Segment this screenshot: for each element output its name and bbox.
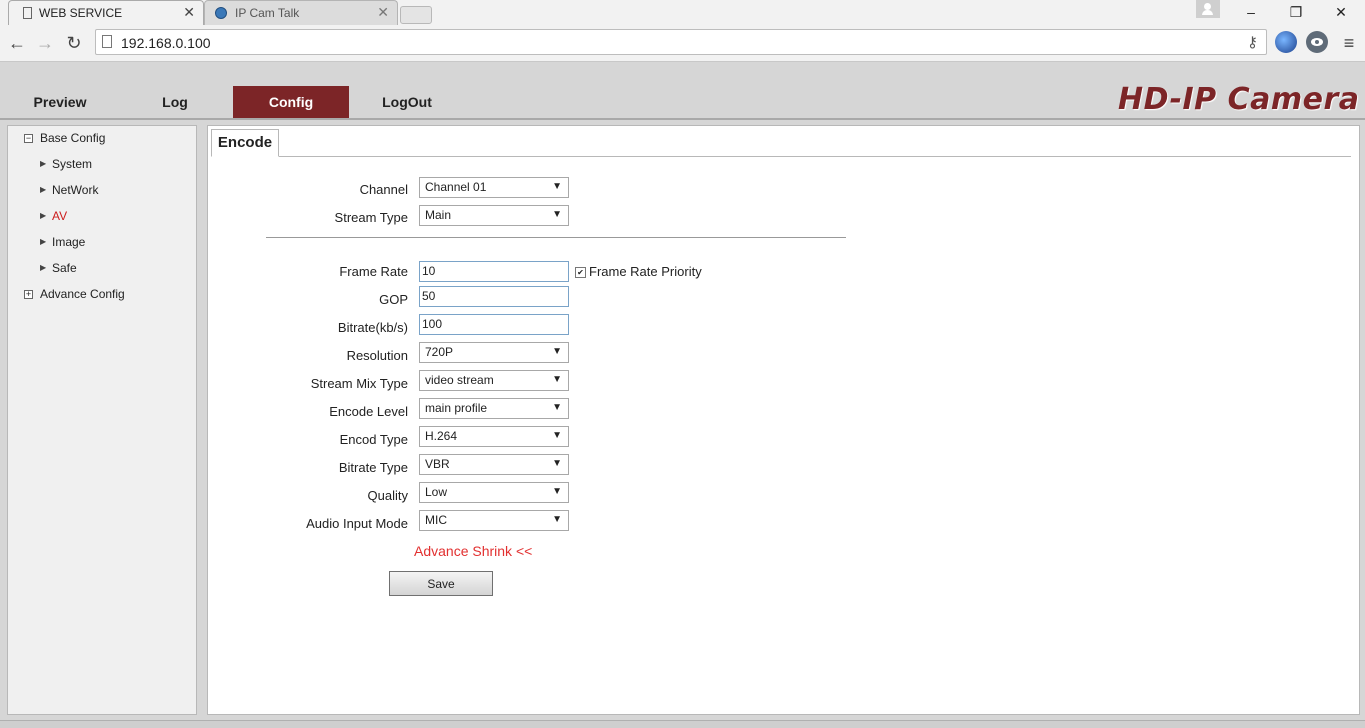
bitrate-input[interactable]: 100 — [419, 314, 569, 335]
frame-rate-label: Frame Rate — [339, 264, 408, 279]
frame-rate-priority-label: Frame Rate Priority — [589, 264, 702, 279]
resolution-value: 720P — [425, 345, 454, 359]
bitrate-type-label: Bitrate Type — [338, 460, 408, 475]
dropdown-arrow-icon: ▼ — [552, 374, 562, 385]
stream-type-label: Stream Type — [334, 210, 408, 225]
browser-tab-web-service[interactable]: WEB SERVICE ✕ — [8, 0, 204, 25]
gop-label: GOP — [379, 292, 408, 307]
advance-shrink-link[interactable]: Advance Shrink << — [414, 543, 532, 559]
dropdown-arrow-icon: ▼ — [552, 181, 562, 192]
encod-type-value: H.264 — [425, 429, 458, 443]
tab-encode[interactable]: Encode — [211, 129, 279, 157]
page-icon — [23, 7, 32, 19]
expand-arrow-icon: ▶ — [40, 237, 47, 246]
address-url[interactable]: 192.168.0.100 — [121, 35, 211, 51]
dropdown-arrow-icon: ▼ — [552, 486, 562, 497]
expand-arrow-icon: ▶ — [40, 211, 47, 220]
key-icon[interactable]: ⚷ — [1247, 33, 1258, 51]
brand-logo: HD-IP Camera — [1118, 82, 1360, 117]
expand-arrow-icon: ▶ — [40, 185, 47, 194]
sidebar-advance-config[interactable]: Advance Config — [40, 287, 125, 301]
channel-select[interactable]: Channel 01 ▼ — [419, 177, 569, 198]
browser-toolbar: ← → ↻ 192.168.0.100 ⚷ ≡ — [0, 25, 1365, 62]
stream-type-select[interactable]: Main ▼ — [419, 205, 569, 226]
encode-level-select[interactable]: main profile ▼ — [419, 398, 569, 419]
user-profile-icon[interactable] — [1196, 0, 1220, 18]
address-bar[interactable]: 192.168.0.100 ⚷ — [95, 29, 1267, 55]
collapse-minus-icon[interactable]: − — [24, 134, 33, 143]
back-arrow-icon[interactable]: ← — [5, 31, 29, 55]
stream-mix-type-value: video stream — [425, 373, 494, 387]
frame-rate-priority-checkbox[interactable]: ✔ — [575, 267, 586, 278]
channel-value: Channel 01 — [425, 180, 487, 194]
close-window-icon[interactable]: ✕ — [1318, 0, 1364, 25]
section-divider — [266, 237, 846, 238]
sidebar-base-config[interactable]: Base Config — [40, 131, 105, 145]
close-tab-icon[interactable]: ✕ — [377, 4, 389, 21]
expand-arrow-icon: ▶ — [40, 263, 47, 272]
audio-input-mode-value: MIC — [425, 513, 447, 527]
sidebar-item-image[interactable]: Image — [52, 235, 85, 249]
close-tab-icon[interactable]: ✕ — [183, 4, 195, 21]
tab-divider — [279, 156, 1351, 157]
quality-label: Quality — [367, 488, 408, 503]
dropdown-arrow-icon: ▼ — [552, 430, 562, 441]
minimize-icon[interactable]: – — [1228, 0, 1274, 25]
dropdown-arrow-icon: ▼ — [552, 514, 562, 525]
reload-icon[interactable]: ↻ — [62, 31, 86, 55]
sidebar-item-system[interactable]: System — [52, 157, 92, 171]
audio-input-mode-label: Audio Input Mode — [306, 516, 408, 531]
bitrate-label: Bitrate(kb/s) — [337, 320, 408, 335]
menu-preview[interactable]: Preview — [0, 86, 120, 118]
tab-title: WEB SERVICE — [39, 6, 123, 20]
stream-mix-type-label: Stream Mix Type — [310, 376, 408, 391]
dropdown-arrow-icon: ▼ — [552, 458, 562, 469]
quality-value: Low — [425, 485, 448, 499]
browser-tab-ip-cam-talk[interactable]: IP Cam Talk ✕ — [204, 0, 398, 25]
sidebar-item-av[interactable]: AV — [52, 209, 67, 223]
encode-level-value: main profile — [425, 401, 488, 415]
resolution-select[interactable]: 720P ▼ — [419, 342, 569, 363]
extension-globe-icon[interactable] — [1275, 31, 1297, 53]
menu-log[interactable]: Log — [120, 86, 230, 118]
bitrate-type-select[interactable]: VBR ▼ — [419, 454, 569, 475]
restore-icon[interactable]: ❐ — [1273, 0, 1319, 25]
encod-type-select[interactable]: H.264 ▼ — [419, 426, 569, 447]
page-icon — [102, 35, 112, 48]
expand-arrow-icon: ▶ — [40, 159, 47, 168]
expand-plus-icon[interactable]: + — [24, 290, 33, 299]
audio-input-mode-select[interactable]: MIC ▼ — [419, 510, 569, 531]
browser-menu-icon[interactable]: ≡ — [1337, 31, 1361, 55]
encode-level-label: Encode Level — [329, 404, 408, 419]
dropdown-arrow-icon: ▼ — [552, 402, 562, 413]
tab-title: IP Cam Talk — [235, 6, 300, 20]
extension-eye-icon[interactable] — [1306, 31, 1328, 53]
bitrate-type-value: VBR — [425, 457, 450, 471]
menu-logout[interactable]: LogOut — [352, 86, 462, 118]
site-favicon-icon — [215, 7, 227, 19]
new-tab-button[interactable] — [400, 6, 432, 24]
encod-type-label: Encod Type — [339, 432, 408, 447]
sidebar-item-network[interactable]: NetWork — [52, 183, 98, 197]
sidebar — [7, 125, 197, 715]
sidebar-item-safe[interactable]: Safe — [52, 261, 77, 275]
frame-rate-input[interactable]: 10 — [419, 261, 569, 282]
dropdown-arrow-icon: ▼ — [552, 346, 562, 357]
browser-tabstrip: WEB SERVICE ✕ IP Cam Talk ✕ – ❐ ✕ — [0, 0, 1365, 25]
stream-mix-type-select[interactable]: video stream ▼ — [419, 370, 569, 391]
forward-arrow-icon[interactable]: → — [33, 31, 57, 55]
stream-type-value: Main — [425, 208, 452, 222]
channel-label: Channel — [359, 182, 408, 197]
quality-select[interactable]: Low ▼ — [419, 482, 569, 503]
menu-config[interactable]: Config — [233, 86, 349, 118]
gop-input[interactable]: 50 — [419, 286, 569, 307]
dropdown-arrow-icon: ▼ — [552, 209, 562, 220]
save-button[interactable]: Save — [389, 571, 493, 596]
resolution-label: Resolution — [346, 348, 408, 363]
